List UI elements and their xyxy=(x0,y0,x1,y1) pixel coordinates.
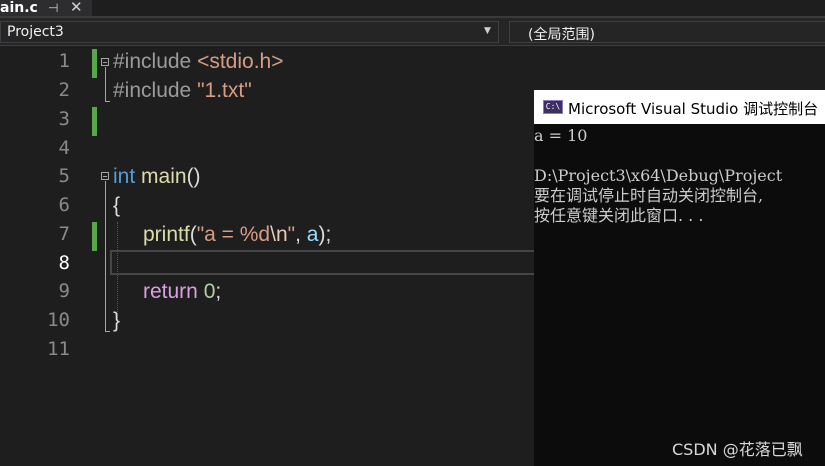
token-punct: , xyxy=(295,223,307,246)
console-output[interactable]: a = 10 D:\Project3\x64\Debug\Project 要在调… xyxy=(534,124,825,466)
navigation-bar: Project3 ▼ (全局范围) xyxy=(0,18,825,46)
code-text: printf("a = %d\n", a); xyxy=(143,220,331,249)
token-punct: ; xyxy=(215,280,222,303)
debug-console-window[interactable]: C:\ Microsoft Visual Studio 调试控制台 a = 10… xyxy=(534,90,825,466)
console-app-icon: C:\ xyxy=(543,100,563,114)
line-number: 2 xyxy=(58,79,70,101)
token-directive: #include xyxy=(113,79,192,102)
console-title-bar[interactable]: C:\ Microsoft Visual Studio 调试控制台 xyxy=(534,90,825,124)
tab-title: ain.c xyxy=(0,0,38,16)
line-number-current: 8 xyxy=(58,252,70,274)
close-icon[interactable]: ✕ xyxy=(70,0,83,15)
line-number: 5 xyxy=(58,165,70,187)
line-number: 11 xyxy=(47,338,70,360)
line-number: 6 xyxy=(58,194,70,216)
token-string: "a = %d xyxy=(196,223,271,246)
token-punct: ( xyxy=(189,223,197,246)
console-line: 要在调试停止时自动关闭控制台, xyxy=(534,186,764,205)
line-number: 7 xyxy=(58,223,70,245)
console-line: 按任意键关闭此窗口. . . xyxy=(534,206,704,225)
token-keyword: return xyxy=(143,280,198,303)
token-variable: a xyxy=(306,223,319,246)
code-text: #include <stdio.h> xyxy=(113,47,283,76)
token-directive: #include xyxy=(113,50,192,73)
document-tab-bar: ain.c ⊣ ✕ xyxy=(0,0,825,18)
code-text: int main() xyxy=(113,162,201,191)
line-number: 10 xyxy=(47,309,70,331)
project-dropdown[interactable]: Project3 ▼ xyxy=(0,21,499,43)
console-title: Microsoft Visual Studio 调试控制台 xyxy=(568,100,819,118)
token-type: int xyxy=(113,165,136,188)
code-text: { xyxy=(113,191,120,220)
token-function: printf xyxy=(143,223,190,246)
line-number: 4 xyxy=(58,137,70,159)
code-text: #include "1.txt" xyxy=(113,76,252,105)
token-brace: { xyxy=(113,194,121,217)
token-punct: () xyxy=(186,165,201,188)
scope-dropdown-value: (全局范围) xyxy=(528,27,595,43)
token-function: main xyxy=(141,165,187,188)
token-punct: ); xyxy=(318,223,332,246)
line-number: 1 xyxy=(58,50,70,72)
line-number: 3 xyxy=(58,108,70,130)
code-text: return 0; xyxy=(143,277,221,306)
token-string: " xyxy=(287,223,296,246)
token-string: "1.txt" xyxy=(197,79,252,102)
console-line: D:\Project3\x64\Debug\Project xyxy=(534,166,783,185)
line-number: 9 xyxy=(58,280,70,302)
scope-dropdown[interactable]: (全局范围) xyxy=(509,21,825,43)
code-text: } xyxy=(113,306,120,335)
project-dropdown-value: Project3 xyxy=(7,24,64,40)
token-header: <stdio.h> xyxy=(197,50,284,73)
console-line: a = 10 xyxy=(534,126,588,145)
token-number: 0 xyxy=(203,280,216,303)
token-brace: } xyxy=(113,309,121,332)
code-line-1: 1 #include <stdio.h> xyxy=(0,47,825,76)
watermark: CSDN @花落已飘 xyxy=(672,440,803,459)
pin-icon[interactable]: ⊣ xyxy=(48,0,58,16)
chevron-down-icon[interactable]: ▼ xyxy=(484,26,491,36)
token-escape: \n xyxy=(270,223,288,246)
